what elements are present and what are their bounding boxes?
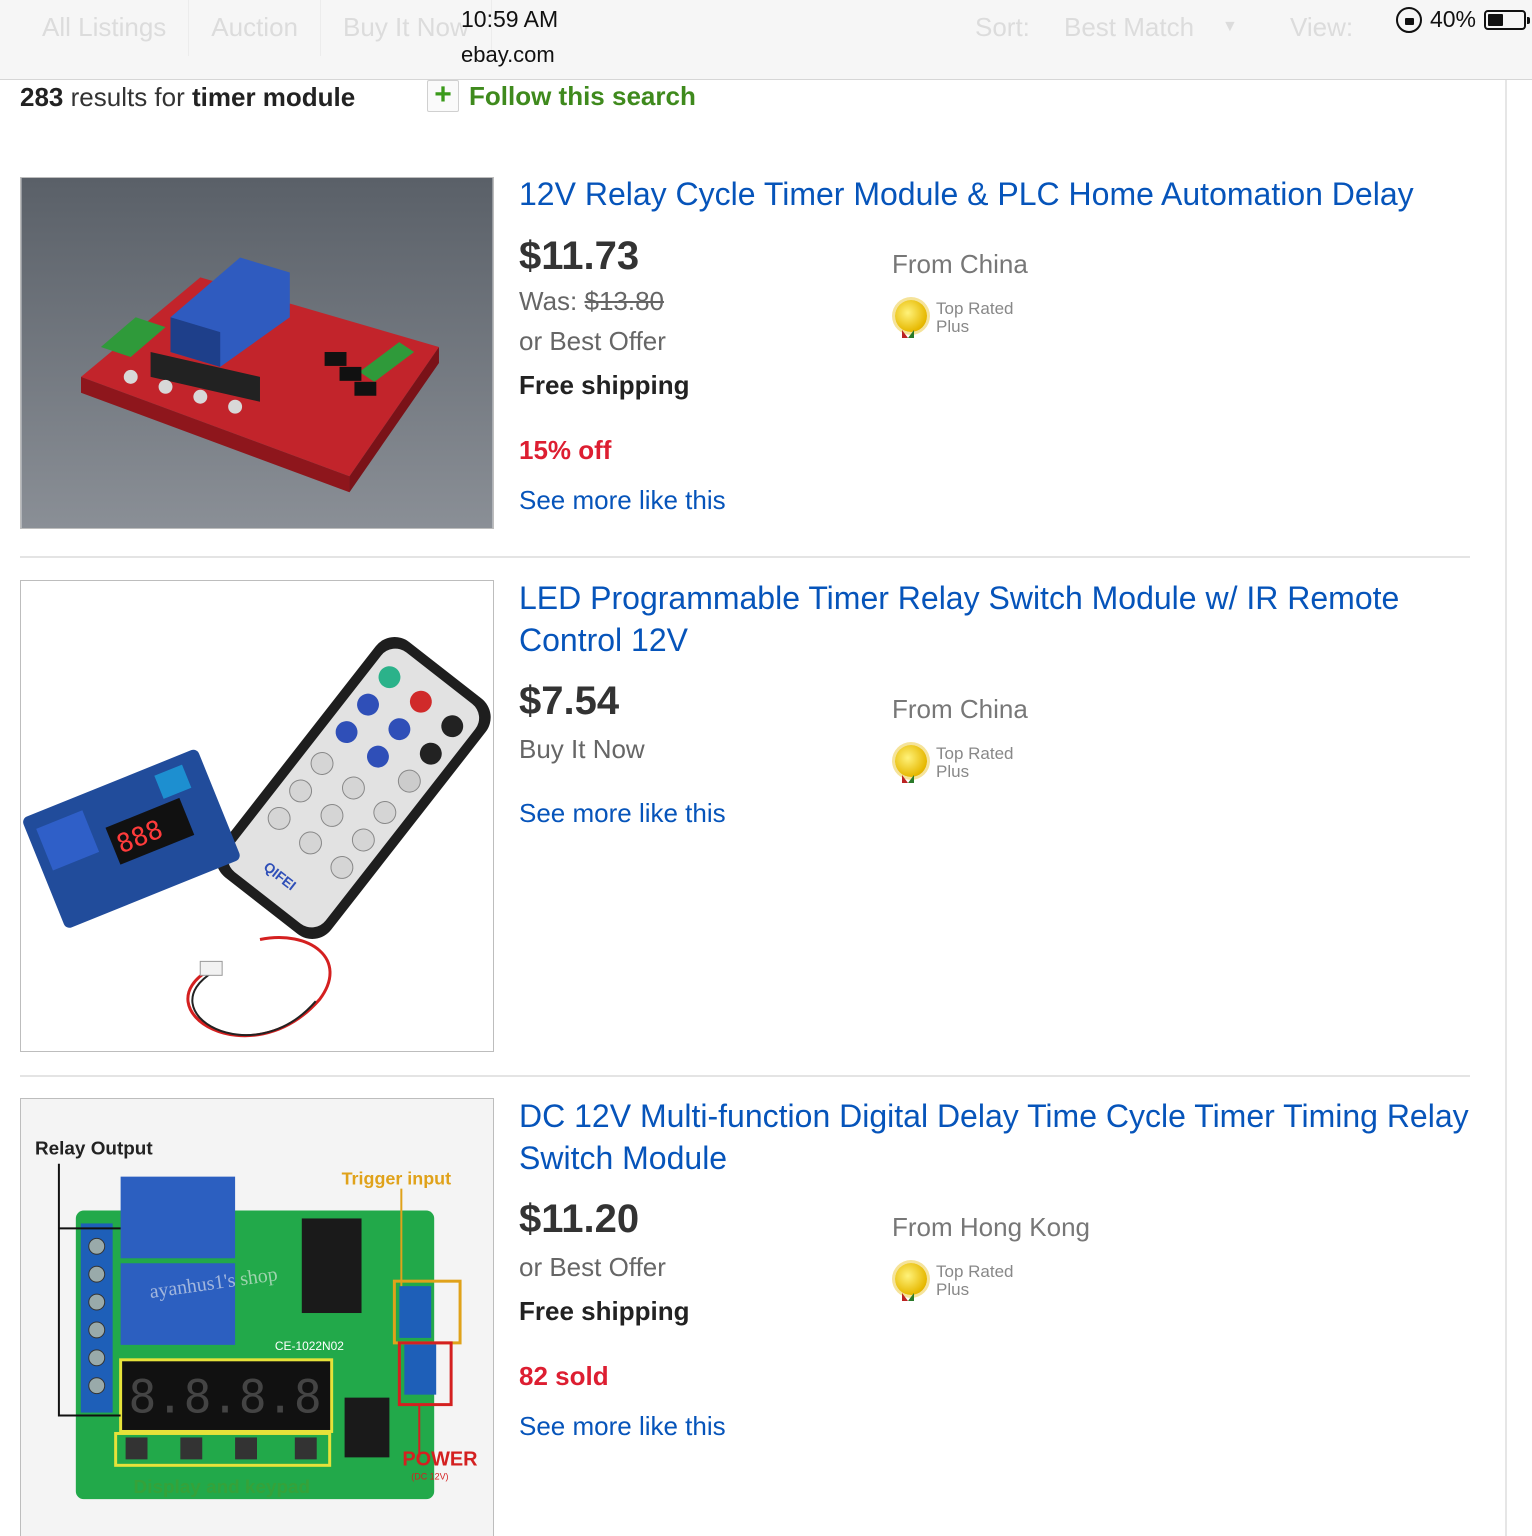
- tab-auction[interactable]: Auction: [189, 0, 322, 56]
- buying-format: Buy It Now: [519, 734, 645, 764]
- listing-price: $11.20: [519, 1197, 640, 1241]
- faded-filter-tabs: All Listings Auction Buy It Now: [20, 0, 492, 56]
- listing-image[interactable]: 8.8.8.8 Relay Output Trigger input Displ…: [20, 1098, 494, 1536]
- best-offer-text: or Best Offer: [519, 1252, 666, 1282]
- listing-image[interactable]: [20, 177, 494, 529]
- scroll-edge: [1505, 80, 1507, 1536]
- medal-icon: [892, 741, 930, 785]
- address-domain[interactable]: ebay.com: [461, 42, 555, 68]
- was-price-value: $13.80: [584, 286, 665, 316]
- listing-title-link[interactable]: DC 12V Multi-function Digital Delay Time…: [519, 1095, 1469, 1179]
- see-more-link[interactable]: See more like this: [519, 798, 726, 829]
- sold-count-text: 82 sold: [519, 1361, 609, 1391]
- results-query: timer module: [191, 82, 356, 112]
- rotation-lock-icon: [1395, 6, 1422, 33]
- chevron-down-icon: ▼: [1222, 18, 1238, 35]
- top-rated-badge: Top Rated Plus: [892, 296, 1014, 340]
- browser-top-bar: All Listings Auction Buy It Now Sort: Be…: [0, 0, 1532, 80]
- power-label: POWER: [402, 1448, 477, 1470]
- item-divider: [20, 556, 1470, 558]
- best-offer-text: or Best Offer: [519, 326, 666, 356]
- trigger-input-label: Trigger input: [342, 1169, 451, 1189]
- results-middle-text: results for: [63, 82, 192, 112]
- top-rated-badge: Top Rated Plus: [892, 741, 1014, 785]
- sort-label: Sort:: [975, 12, 1030, 42]
- listing-title-link[interactable]: LED Programmable Timer Relay Switch Modu…: [519, 577, 1469, 661]
- power-sub-label: (DC 12V): [411, 1471, 448, 1481]
- badge-line-2: Plus: [936, 317, 970, 336]
- relay-output-label: Relay Output: [35, 1139, 153, 1160]
- timer-board-image: 8.8.8.8 Relay Output Trigger input Displ…: [21, 1099, 493, 1536]
- badge-line-2: Plus: [936, 1280, 970, 1299]
- view-label[interactable]: View:: [1290, 12, 1353, 43]
- follow-search-label: Follow this search: [469, 80, 696, 111]
- relay-module-image: [21, 178, 493, 528]
- svg-text:8.8.8.8: 8.8.8.8: [129, 1370, 322, 1424]
- was-label: Was:: [519, 286, 585, 316]
- item-location: From China: [892, 249, 1028, 279]
- results-summary: 283 results for timer module: [20, 82, 355, 113]
- shipping-text: Free shipping: [519, 1296, 690, 1326]
- was-price: Was: $13.80: [519, 286, 664, 317]
- status-time: 10:59 AM: [461, 6, 559, 32]
- badge-line-2: Plus: [936, 762, 970, 781]
- listing-price: $7.54: [519, 679, 620, 723]
- top-rated-badge: Top Rated Plus: [892, 1259, 1014, 1303]
- shipping-text: Free shipping: [519, 370, 690, 400]
- remote-relay-image: QIFEI 888: [21, 581, 493, 1051]
- discount-text: 15% off: [519, 435, 612, 465]
- results-count: 283: [20, 82, 64, 112]
- sort-dropdown[interactable]: Best Match: [1064, 12, 1194, 43]
- badge-line-1: Top Rated: [936, 1262, 1014, 1281]
- battery-icon: [1484, 9, 1530, 30]
- listing-image[interactable]: QIFEI 888: [20, 580, 494, 1052]
- tab-all-listings[interactable]: All Listings: [20, 0, 190, 56]
- plus-icon: +: [427, 80, 459, 112]
- item-location: From Hong Kong: [892, 1212, 1090, 1242]
- item-location: From China: [892, 694, 1028, 724]
- badge-line-1: Top Rated: [936, 299, 1014, 318]
- listing-title-link[interactable]: 12V Relay Cycle Timer Module & PLC Home …: [519, 173, 1469, 215]
- follow-search-button[interactable]: + Follow this search: [427, 80, 696, 112]
- listing-price: $11.73: [519, 234, 640, 278]
- status-indicators: 40%: [1395, 6, 1530, 33]
- medal-icon: [892, 296, 930, 340]
- badge-line-1: Top Rated: [936, 744, 1014, 763]
- display-keypad-label: Display and keypad: [134, 1477, 311, 1498]
- see-more-link[interactable]: See more like this: [519, 485, 726, 516]
- battery-percent: 40%: [1429, 6, 1476, 32]
- chip-label: CE-1022N02: [275, 1339, 344, 1353]
- medal-icon: [892, 1259, 930, 1303]
- item-divider: [20, 1075, 1470, 1077]
- see-more-link[interactable]: See more like this: [519, 1411, 726, 1442]
